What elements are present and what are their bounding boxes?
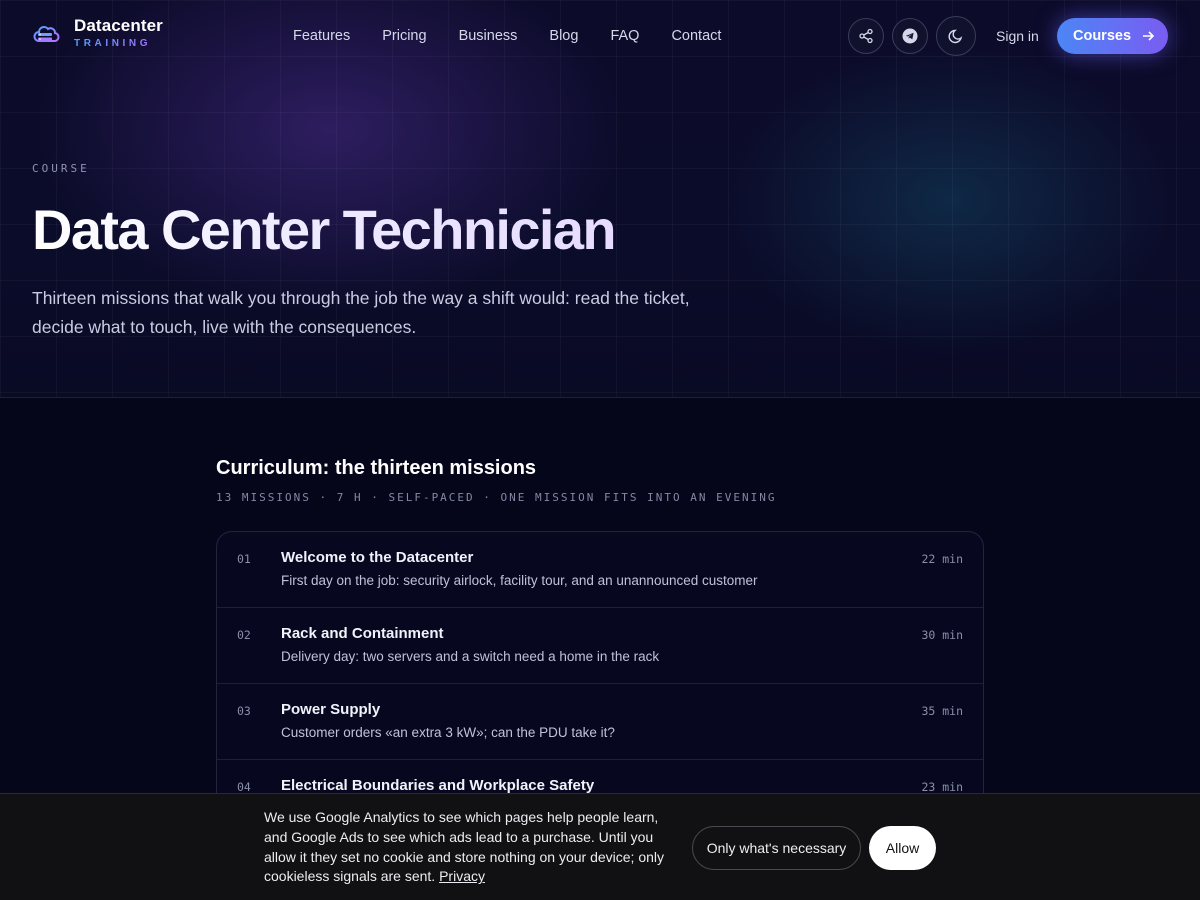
brand-tagline: TRAINING [74, 37, 163, 51]
mission-number: 01 [237, 552, 251, 566]
mission-list: 01 Welcome to the Datacenter First day o… [216, 531, 984, 831]
mission-number: 03 [237, 704, 251, 718]
page: Datacenter TRAINING Features Pricing Bus… [0, 0, 1200, 900]
top-nav: Datacenter TRAINING Features Pricing Bus… [0, 0, 1200, 72]
mission-number: 02 [237, 628, 251, 642]
server-stack-logo-icon [32, 20, 60, 48]
nav-blog-link[interactable]: Blog [549, 26, 578, 46]
theme-toggle-button[interactable] [936, 16, 976, 56]
share-button[interactable] [848, 18, 884, 54]
mission-duration: 35 min [921, 704, 963, 718]
moon-icon [948, 29, 963, 44]
mission-description: Delivery day: two servers and a switch n… [281, 649, 660, 664]
courses-button-label: Courses [1073, 28, 1132, 44]
brand-name: Datacenter [74, 16, 163, 35]
allow-cookies-button[interactable]: Allow [869, 826, 936, 870]
curriculum-title: Curriculum: the thirteen missions [216, 457, 537, 479]
sign-in-link[interactable]: Sign in [996, 26, 1039, 46]
mission-row[interactable]: 01 Welcome to the Datacenter First day o… [217, 532, 983, 608]
nav-contact-link[interactable]: Contact [671, 26, 721, 46]
nav-faq-link[interactable]: FAQ [610, 26, 639, 46]
mission-description: First day on the job: security airlock, … [281, 573, 758, 588]
main-menu: Features Pricing Business Blog FAQ Conta… [293, 26, 753, 46]
cookie-text: We use Google Analytics to see which pag… [264, 808, 684, 887]
only-necessary-button[interactable]: Only what's necessary [692, 826, 861, 870]
privacy-link[interactable]: Privacy [439, 868, 485, 884]
hero-section: Datacenter TRAINING Features Pricing Bus… [0, 0, 1200, 398]
mission-number: 04 [237, 780, 251, 794]
telegram-button[interactable] [892, 18, 928, 54]
mission-title: Power Supply [281, 701, 381, 718]
nav-business-link[interactable]: Business [459, 26, 518, 46]
hero-lead: Thirteen missions that walk you through … [32, 288, 690, 337]
curriculum-meta: 13 MISSIONS · 7 H · SELF-PACED · ONE MIS… [216, 491, 777, 504]
courses-button[interactable]: Courses [1057, 18, 1168, 54]
cookie-banner: We use Google Analytics to see which pag… [0, 793, 1200, 900]
share-icon [859, 28, 873, 44]
hero-eyebrow: COURSE [32, 162, 90, 175]
arrow-right-icon [1143, 31, 1155, 41]
page-title: Data Center Technician [32, 196, 617, 264]
mission-duration: 23 min [921, 780, 963, 794]
nav-pricing-link[interactable]: Pricing [382, 26, 426, 46]
mission-title: Rack and Containment [281, 625, 444, 642]
mission-row[interactable]: 03 Power Supply Customer orders «an extr… [217, 684, 983, 760]
brand-logo[interactable]: Datacenter TRAINING [32, 16, 163, 51]
mission-duration: 30 min [921, 628, 963, 642]
nav-features-link[interactable]: Features [293, 26, 350, 46]
mission-title: Welcome to the Datacenter [281, 549, 474, 566]
telegram-icon [902, 28, 918, 44]
mission-row[interactable]: 02 Rack and Containment Delivery day: tw… [217, 608, 983, 684]
mission-duration: 22 min [921, 552, 963, 566]
mission-description: Customer orders «an extra 3 kW»; can the… [281, 725, 615, 740]
